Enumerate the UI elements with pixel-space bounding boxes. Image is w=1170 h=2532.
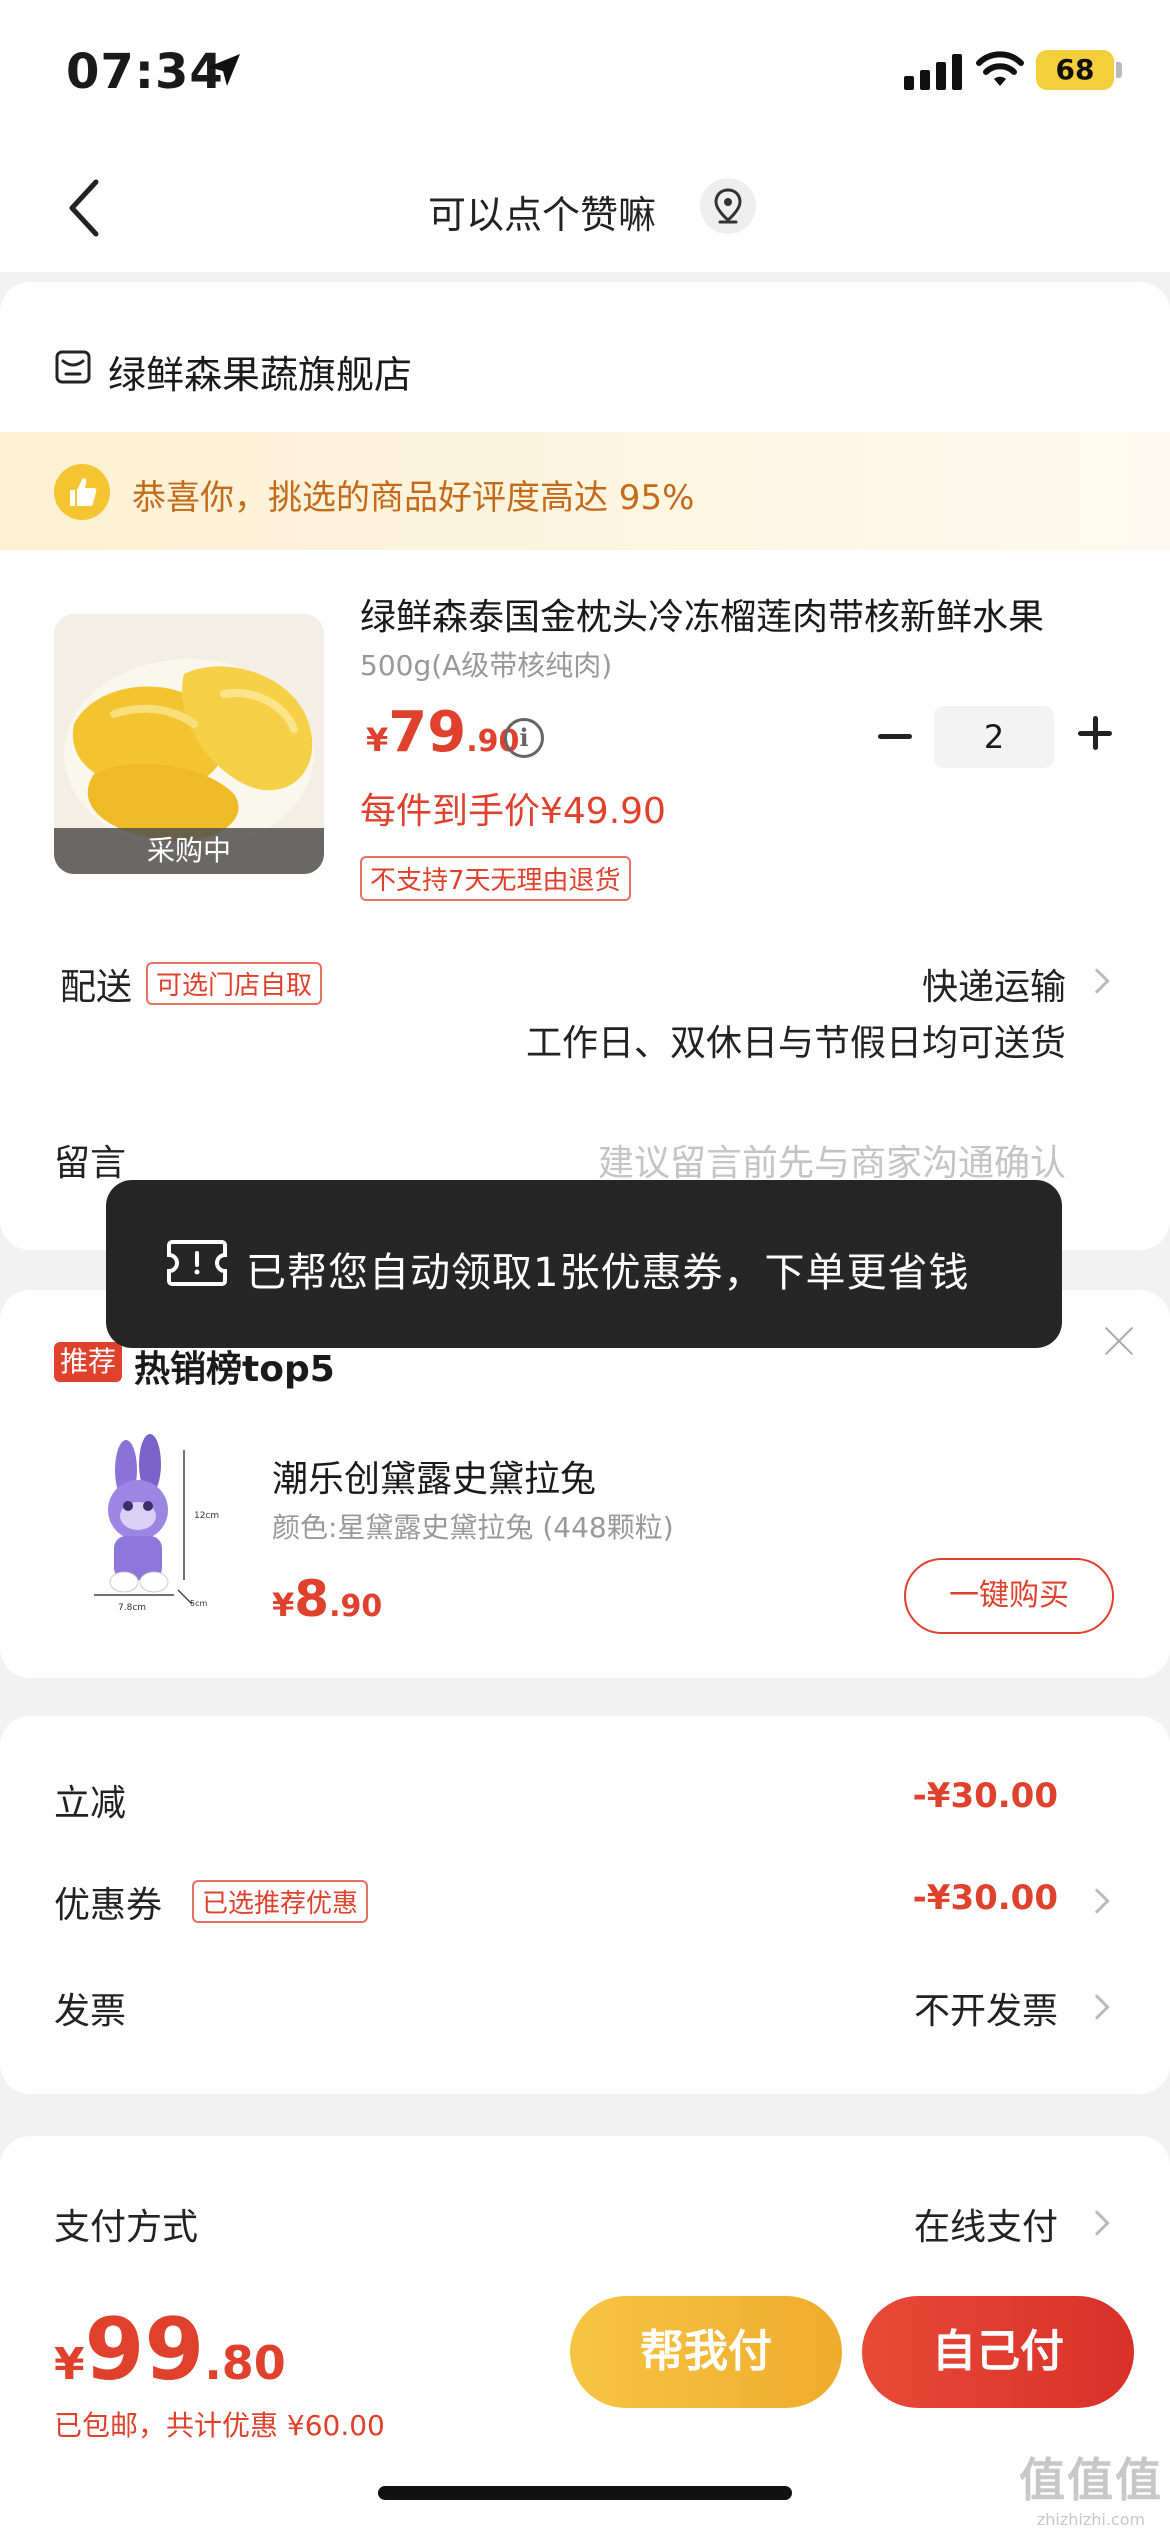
total-price: ¥99.80 xyxy=(54,2300,286,2400)
praise-text: 恭喜你，挑选的商品好评度高达 95% xyxy=(132,478,695,518)
battery-tip xyxy=(1116,62,1122,78)
instant-discount-label: 立减 xyxy=(54,1783,127,1824)
delivery-note: 工作日、双休日与节假日均可送货 xyxy=(525,1023,1066,1064)
chevron-right-icon[interactable] xyxy=(1084,2210,1110,2236)
chevron-right-icon[interactable] xyxy=(1084,1888,1110,1914)
battery-icon: 68 xyxy=(1036,50,1114,90)
thumbs-up-icon xyxy=(54,464,110,520)
price-symbol: ¥ xyxy=(272,1586,295,1624)
checkout-bar: ¥99.80 已包邮，共计优惠 ¥60.00 帮我付 自己付 值值值 zhizh… xyxy=(0,2276,1170,2532)
watermark-site: zhizhizhi.com xyxy=(1036,2510,1146,2529)
return-policy-tag: 不支持7天无理由退货 xyxy=(360,856,631,901)
location-arrow-icon xyxy=(208,54,240,86)
dimension-width: 7.8cm xyxy=(118,1603,146,1613)
total-decimal: .80 xyxy=(204,2336,286,2390)
coupon-chip: 已选推荐优惠 xyxy=(192,1880,369,1923)
info-icon[interactable]: i xyxy=(504,718,544,758)
payment-method-value[interactable]: 在线支付 xyxy=(914,2198,1058,2250)
location-pin-button[interactable] xyxy=(700,178,756,234)
payment-method-label: 支付方式 xyxy=(54,2207,199,2248)
page-title: 可以点个赞嘛 xyxy=(427,193,656,237)
close-icon[interactable] xyxy=(1104,1326,1134,1356)
recommend-item-name[interactable]: 潮乐创黛露史黛拉兔 xyxy=(272,1450,596,1502)
recommend-badge: 推荐 xyxy=(54,1342,123,1382)
price-decimal: .90 xyxy=(329,1589,383,1624)
delivery-method[interactable]: 快递运输 xyxy=(922,958,1066,1010)
location-pin-icon xyxy=(714,188,742,224)
product-spec[interactable]: 500g(A级带核纯肉) xyxy=(360,644,612,684)
nav-bar: 可以点个赞嘛 xyxy=(0,140,1170,272)
product-image[interactable]: 采购中 xyxy=(54,614,324,874)
dimension-height: 12cm xyxy=(194,1511,219,1521)
recommend-card: 推荐 热销榜top5 12cm 7.8cm 5cm 潮乐创黛露史黛拉兔 颜色:星… xyxy=(0,1290,1170,1678)
invoice-value[interactable]: 不开发票 xyxy=(914,1982,1058,2034)
coupon-label: 优惠券 xyxy=(54,1885,163,1926)
store-pickup-chip[interactable]: 可选门店自取 xyxy=(146,962,323,1005)
watermark: 值值值 zhizhizhi.com xyxy=(1016,2444,1166,2529)
price-integer: 8 xyxy=(294,1570,330,1628)
watermark-logo: 值值值 xyxy=(1019,2453,1163,2507)
pay-myself-button[interactable]: 自己付 xyxy=(862,2296,1134,2408)
shop-icon xyxy=(55,350,91,384)
shop-name[interactable]: 绿鲜森果蔬旗舰店 xyxy=(108,344,412,399)
price-symbol: ¥ xyxy=(366,721,389,759)
discounts-card: 立减 -¥30.00 优惠券 已选推荐优惠 -¥30.00 发票 不开发票 xyxy=(0,1716,1170,2094)
unit-price: 每件到手价¥49.90 xyxy=(360,791,666,832)
dimension-depth: 5cm xyxy=(190,1599,207,1608)
coupon-ticket-icon xyxy=(167,1240,227,1286)
delivery-label: 配送 xyxy=(60,967,133,1008)
quantity-input[interactable]: 2 xyxy=(934,706,1054,768)
recommend-item-spec: 颜色:星黛露史黛拉兔 (448颗粒) xyxy=(272,1511,674,1544)
cellular-signal-icon xyxy=(904,50,962,90)
status-time: 07:34 xyxy=(66,44,224,100)
message-label: 留言 xyxy=(54,1143,127,1184)
purchasing-badge: 采购中 xyxy=(54,828,324,874)
wifi-icon xyxy=(976,51,1024,86)
increase-quantity-button[interactable] xyxy=(1078,716,1112,750)
recommend-product-image[interactable]: 12cm 7.8cm 5cm xyxy=(54,1430,254,1620)
message-input[interactable]: 建议留言前先与商家沟通确认 xyxy=(598,1134,1066,1186)
one-click-buy-button[interactable]: 一键购买 xyxy=(904,1558,1114,1634)
coupon-toast: 已帮您自动领取1张优惠券，下单更省钱 xyxy=(106,1180,1062,1348)
invoice-label: 发票 xyxy=(54,1991,127,2032)
chevron-right-icon[interactable] xyxy=(1084,1994,1110,2020)
price-symbol: ¥ xyxy=(54,2339,85,2390)
product-price: ¥79.90 xyxy=(366,700,519,765)
instant-discount-value: -¥30.00 xyxy=(912,1776,1058,1816)
status-bar: 07:34 68 xyxy=(0,0,1170,140)
price-integer: 79 xyxy=(388,700,467,765)
shipping-savings-text: 已包邮，共计优惠 ¥60.00 xyxy=(54,2409,385,2442)
help-me-pay-button[interactable]: 帮我付 xyxy=(570,2296,842,2408)
toast-text: 已帮您自动领取1张优惠券，下单更省钱 xyxy=(246,1250,970,1296)
decrease-quantity-button[interactable] xyxy=(878,734,912,739)
praise-banner: 恭喜你，挑选的商品好评度高达 95% xyxy=(0,432,1170,550)
coupon-value[interactable]: -¥30.00 xyxy=(913,1878,1058,1918)
total-integer: 99 xyxy=(84,2300,205,2400)
product-title[interactable]: 绿鲜森泰国金枕头冷冻榴莲肉带核新鲜水果 xyxy=(360,588,1120,640)
recommend-price: ¥8.90 xyxy=(272,1570,382,1628)
home-indicator[interactable] xyxy=(378,2486,792,2500)
